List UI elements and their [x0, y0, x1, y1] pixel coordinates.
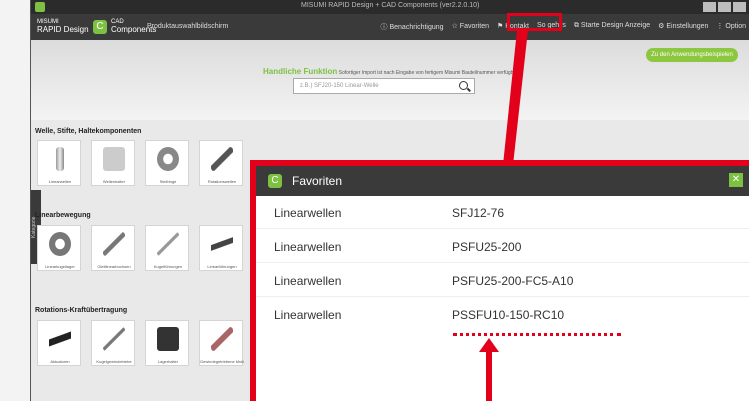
favorite-category: Linearwellen [274, 308, 342, 322]
menu-items: ⓘ Benachrichtigung ☆ Favoriten ⚑ Kontakt… [381, 22, 746, 32]
rotary-shaft-icon [211, 147, 233, 171]
category-tile-rotationswellen[interactable]: Rotationswellen [199, 140, 243, 186]
menu-bar: MISUMI RAPID Design C CAD Components Pro… [31, 14, 749, 40]
favorites-logo-icon: C [268, 174, 282, 188]
window-controls [703, 2, 746, 12]
menu-item-einstellungen[interactable]: ⚙ Einstellungen [658, 22, 708, 32]
category-tile-linearwellen[interactable]: Linearwellen [37, 140, 81, 186]
tile-label: Gleitlinearbuchsen [97, 264, 131, 269]
favorite-part-number: SFJ12-76 [452, 206, 505, 220]
hero-text: Handliche Funktion Sofortiger Import ist… [263, 67, 518, 76]
favorite-row[interactable]: Linearwellen PSFU25-200-FC5-A10 [256, 264, 749, 297]
linear-bushing-icon [49, 232, 71, 256]
tile-label: Gewindegetriebene Mutterneinheiten [200, 359, 244, 364]
linear-guide-icon [211, 232, 233, 256]
hero-headline: Handliche Funktion [263, 67, 338, 76]
tile-label: Linearführungen [207, 264, 237, 269]
maximize-button[interactable] [718, 2, 731, 12]
tile-label: Linearwellen [48, 179, 72, 184]
bearing-holder-icon [157, 327, 179, 351]
favorites-close-icon[interactable]: ✕ [729, 173, 743, 187]
menu-item-benachrichtigung[interactable]: ⓘ Benachrichtigung [381, 22, 444, 32]
category-tile-gewindemuttern[interactable]: Gewindegetriebene Mutterneinheiten [199, 320, 244, 366]
favorite-category: Linearwellen [274, 240, 342, 254]
screen-title: Produktauswahlbildschirm [147, 23, 229, 30]
shaft-icon [56, 147, 64, 171]
slide-bushing-icon [103, 232, 125, 256]
menu-item-favoriten[interactable]: ☆ Favoriten [452, 22, 489, 32]
minimize-button[interactable] [703, 2, 716, 12]
category-tile-stellringe[interactable]: Stellringe [145, 140, 189, 186]
kontakt-highlight-box [507, 13, 562, 31]
favorites-header: C Favoriten ✕ [256, 166, 749, 196]
highlight-underline [453, 333, 621, 336]
search-placeholder: z.B.) SFJ20-150 Linear-Welle [300, 83, 379, 89]
application-examples-button[interactable]: Zu den Anwendungsbeispielen [646, 48, 738, 62]
ball-guide-icon [157, 232, 179, 256]
tile-label: Wellenhalter [102, 179, 126, 184]
app-logo-icon [35, 2, 45, 12]
actuator-icon [49, 327, 71, 351]
misumi-brand[interactable]: MISUMI RAPID Design [37, 19, 89, 34]
title-bar: MISUMI RAPID Design + CAD Components (ve… [31, 0, 749, 14]
menu-item-design-anzeige[interactable]: ⧉ Starte Design Anzeige [574, 22, 650, 32]
collar-icon [157, 147, 179, 171]
close-window-button[interactable] [733, 2, 746, 12]
menu-item-option[interactable]: ⋮ Option [716, 22, 746, 32]
favorite-category: Linearwellen [274, 206, 342, 220]
part-number-search-input[interactable]: z.B.) SFJ20-150 Linear-Welle [293, 78, 475, 94]
favorite-part-number: PSFU25-200 [452, 240, 522, 254]
callout-connector [503, 30, 528, 165]
favorites-title: Favoriten [292, 174, 343, 188]
favorite-row[interactable]: Linearwellen PSSFU10-150-RC10 [256, 298, 749, 331]
category-tile-kugelfuehrungen[interactable]: Kugelführungen [145, 225, 189, 271]
arrow-shaft [486, 350, 492, 401]
favorite-row[interactable]: Linearwellen PSFU25-200 [256, 230, 749, 263]
category-tile-kugelgewindetriebe[interactable]: Kugelgewindetriebe [91, 320, 135, 366]
tile-label: Linearkugellager [45, 264, 75, 269]
category-tile-wellenhalter[interactable]: Wellenhalter [91, 140, 135, 186]
favorite-row[interactable]: Linearwellen SFJ12-76 [256, 196, 749, 229]
hero-subline: Sofortiger Import ist nach Eingabe von f… [338, 70, 518, 76]
screenshot-stage: MISUMI RAPID Design + CAD Components (ve… [0, 0, 749, 401]
category-tile-linearkugellager[interactable]: Linearkugellager [37, 225, 81, 271]
tile-label: Lagerhalter [157, 359, 179, 364]
hero-banner: Handliche Funktion Sofortiger Import ist… [31, 40, 749, 120]
brand-bottom-text: RAPID Design [37, 25, 89, 34]
tile-label: Kugelgewindetriebe [96, 359, 132, 364]
tile-label: Stellringe [159, 179, 177, 184]
category-tile-aktuatoren[interactable]: Aktuatoren [37, 320, 81, 366]
section-title-wellen: Welle, Stifte, Haltekomponenten [35, 128, 142, 135]
callout-connector-shape [503, 30, 528, 165]
favorites-panel: C Favoriten ✕ Linearwellen SFJ12-76 Line… [250, 160, 749, 401]
tile-label: Rotationswellen [207, 179, 237, 184]
tile-label: Kugelführungen [153, 264, 183, 269]
favorite-part-number: PSSFU10-150-RC10 [452, 308, 565, 322]
category-tile-linearfuehrungen[interactable]: Linearführungen [199, 225, 243, 271]
tile-label: Aktuatoren [50, 359, 70, 364]
ball-screw-icon [103, 327, 125, 351]
favorite-part-number: PSFU25-200-FC5-A10 [452, 274, 574, 288]
favorite-category: Linearwellen [274, 274, 342, 288]
cad-components-logo-icon: C [93, 20, 107, 34]
nut-unit-icon [211, 327, 233, 351]
shaft-holder-icon [103, 147, 125, 171]
search-icon[interactable] [459, 81, 468, 90]
window-title: MISUMI RAPID Design + CAD Components (ve… [301, 2, 480, 9]
category-tile-lagerhalter[interactable]: Lagerhalter [145, 320, 189, 366]
category-tile-gleitlinearbuchsen[interactable]: Gleitlinearbuchsen [91, 225, 135, 271]
